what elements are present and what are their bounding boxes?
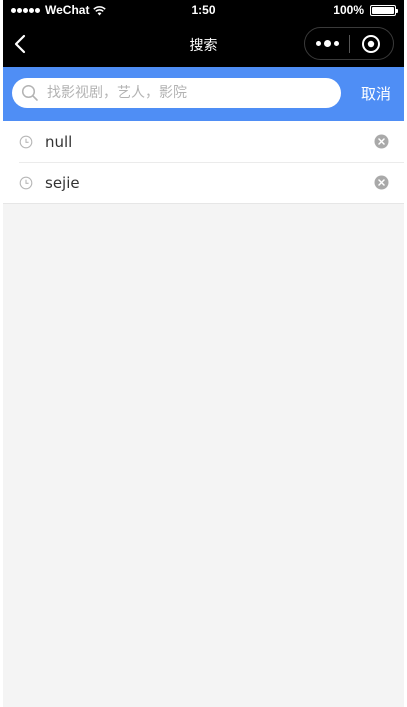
more-dot (333, 41, 339, 46)
more-dot (323, 40, 331, 47)
search-input[interactable] (47, 78, 341, 108)
cancel-button[interactable]: 取消 (361, 83, 391, 104)
history-item-text: sejie (45, 173, 80, 192)
battery-percent: 100% (333, 3, 364, 17)
delete-icon[interactable] (374, 175, 389, 190)
more-dot (315, 41, 321, 46)
clock-icon (19, 176, 33, 189)
status-bar: WeChat 1:50 100% (3, 0, 404, 20)
target-close-icon (362, 34, 381, 53)
search-history-list: null sejie (3, 121, 404, 204)
nav-bar: 搜索 (3, 20, 404, 67)
more-menu-button[interactable] (305, 28, 349, 59)
phone-screen: WeChat 1:50 100% 搜索 找影视剧，艺人，影院 取消 null s… (3, 0, 404, 707)
close-mini-program-button[interactable] (350, 28, 393, 59)
battery-icon (370, 4, 398, 16)
history-item[interactable]: sejie (3, 162, 404, 203)
battery-fill (372, 6, 394, 14)
history-item[interactable]: null (3, 121, 404, 162)
delete-icon[interactable] (374, 134, 389, 149)
search-bar: 取消 (3, 67, 404, 121)
search-icon (21, 84, 38, 101)
clock-icon (19, 135, 33, 148)
history-item-text: null (45, 132, 73, 151)
status-right: 100% (333, 3, 398, 17)
mini-program-capsule (304, 27, 394, 60)
search-box[interactable] (12, 78, 341, 108)
